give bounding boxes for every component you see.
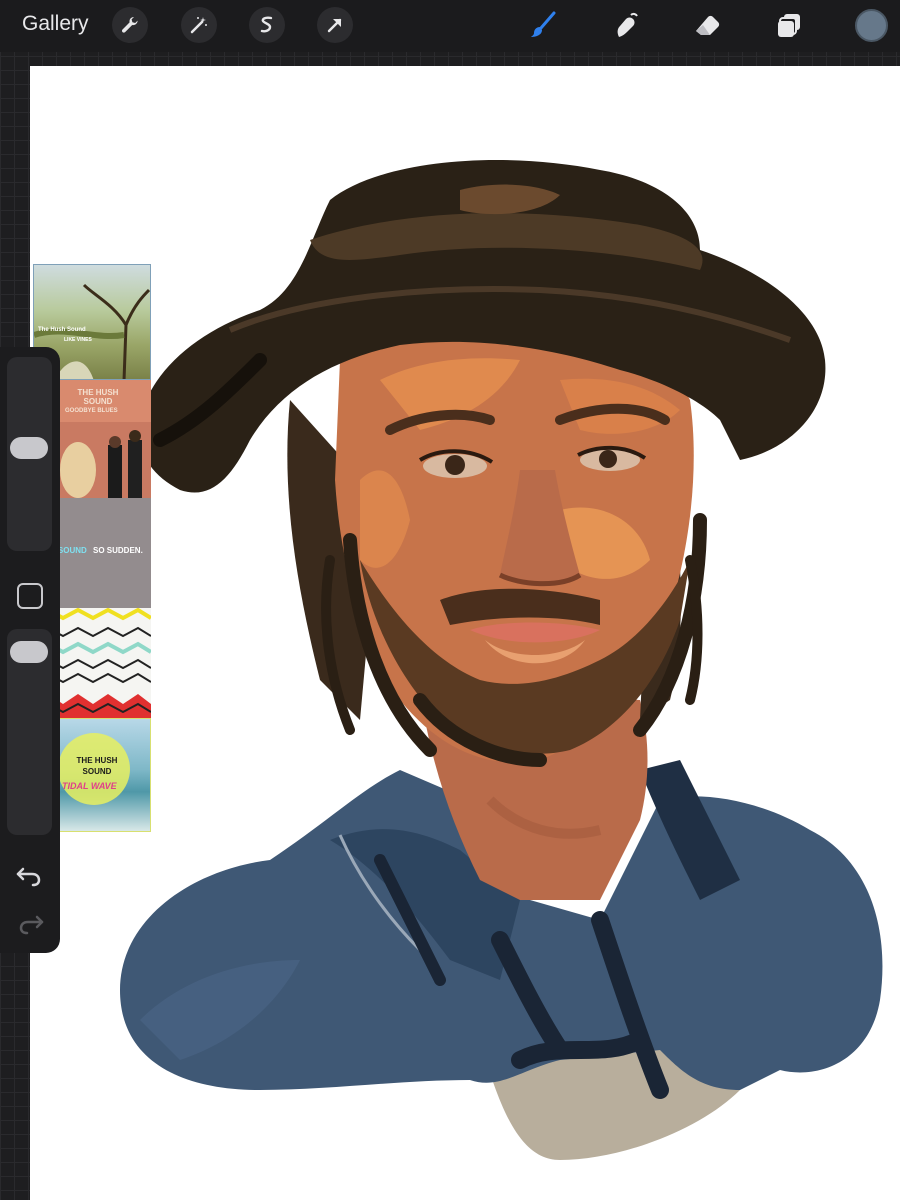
wrench-icon[interactable] [112,7,148,43]
thumbnail-subtitle: GOODBYE BLUES [65,408,118,414]
smudge-icon[interactable] [608,8,642,42]
selection-icon[interactable] [249,7,285,43]
color-picker-swatch[interactable] [855,9,888,42]
brush-size-slider-handle[interactable] [10,437,48,459]
left-sidebar [0,347,60,953]
undo-icon[interactable] [14,861,46,889]
modify-button[interactable] [17,583,43,609]
thumbnail-subtitle: SO SUDDEN. [93,546,143,555]
brush-icon[interactable] [526,8,560,42]
thumbnail-subtitle: LIKE VINES [64,337,92,343]
thumbnail-title: THE HUSH SOUND [76,756,118,776]
drawing-canvas[interactable] [30,66,900,1200]
transform-arrow-icon[interactable] [317,7,353,43]
portrait-artwork [120,160,883,1160]
brush-size-slider[interactable] [7,357,52,551]
gallery-button[interactable]: Gallery [22,12,89,36]
redo-icon[interactable] [14,909,46,937]
opacity-slider-handle[interactable] [10,641,48,663]
thumbnail-title: THE HUSH SOUND [77,388,119,406]
top-toolbar: Gallery [0,0,900,52]
thumbnail-title: The Hush Sound [38,327,86,333]
magic-wand-icon[interactable] [181,7,217,43]
opacity-slider[interactable] [7,629,52,835]
layers-icon[interactable] [772,8,806,42]
eraser-icon[interactable] [690,8,724,42]
thumbnail-subtitle: TIDAL WAVE [62,781,117,791]
